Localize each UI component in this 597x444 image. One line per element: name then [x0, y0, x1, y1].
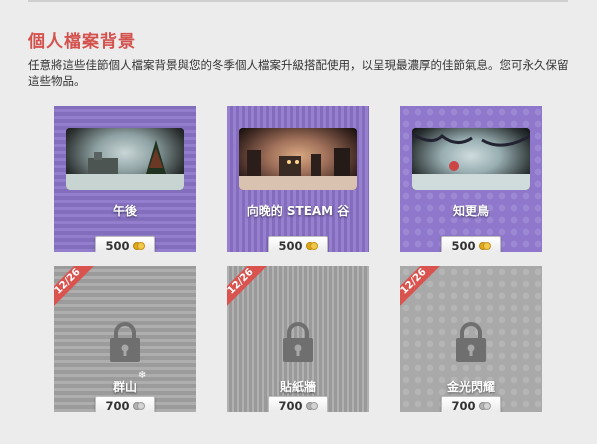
price-button[interactable]: 700	[441, 396, 501, 412]
top-divider	[28, 0, 568, 2]
section-title: 個人檔案背景	[28, 32, 136, 52]
coin-icon	[305, 239, 318, 252]
item-name: 金光閃耀	[446, 380, 495, 394]
coin-icon	[132, 399, 145, 412]
background-preview-image	[239, 128, 357, 190]
item-name: 群山	[112, 380, 137, 394]
price-value: 700	[105, 399, 130, 412]
price-button[interactable]: 500	[95, 236, 155, 252]
unlock-date-ribbon: 12/26	[227, 266, 271, 312]
padlock-icon	[110, 322, 140, 362]
background-card-mountains[interactable]: 12/26 群山 ❄ 700	[54, 266, 196, 412]
afternoon-scene-icon	[66, 140, 184, 190]
price-value: 500	[105, 239, 130, 252]
coin-icon	[305, 399, 318, 412]
item-name: 向晚的 STEAM 谷	[246, 204, 350, 218]
coin-icon	[478, 399, 491, 412]
item-name: 知更鳥	[452, 204, 489, 218]
price-value: 700	[451, 399, 476, 412]
section-description: 任意將這些佳節個人檔案背景與您的冬季個人檔案升級搭配使用，以呈現最濃厚的佳節氣息…	[28, 58, 569, 88]
padlock-icon	[456, 322, 486, 362]
padlock-icon	[283, 322, 313, 362]
background-card-robin[interactable]: 知更鳥 500	[400, 106, 542, 252]
background-card-sticker-wall[interactable]: 12/26 貼紙牆 700	[227, 266, 369, 412]
background-card-golden-shine[interactable]: 12/26 金光閃耀 700	[400, 266, 542, 412]
price-button[interactable]: 700	[268, 396, 328, 412]
price-value: 700	[278, 399, 303, 412]
price-button[interactable]: 500	[441, 236, 501, 252]
robin-scene-icon	[412, 132, 530, 190]
snowflake-icon: ❄	[138, 370, 147, 381]
background-card-evening-steam-valley[interactable]: 向晚的 STEAM 谷 500	[227, 106, 369, 252]
item-name: 貼紙牆	[279, 380, 316, 394]
unlock-date-ribbon: 12/26	[400, 266, 444, 312]
background-preview-image	[412, 128, 530, 190]
price-value: 500	[451, 239, 476, 252]
evening-scene-icon	[239, 148, 357, 190]
price-button[interactable]: 700	[95, 396, 155, 412]
coin-icon	[132, 239, 145, 252]
price-button[interactable]: 500	[268, 236, 328, 252]
coin-icon	[478, 239, 491, 252]
background-card-afternoon[interactable]: 午後 500	[54, 106, 196, 252]
item-name: 午後	[112, 204, 137, 218]
price-value: 500	[278, 239, 303, 252]
unlock-date-ribbon: 12/26	[54, 266, 98, 312]
background-preview-image	[66, 128, 184, 190]
